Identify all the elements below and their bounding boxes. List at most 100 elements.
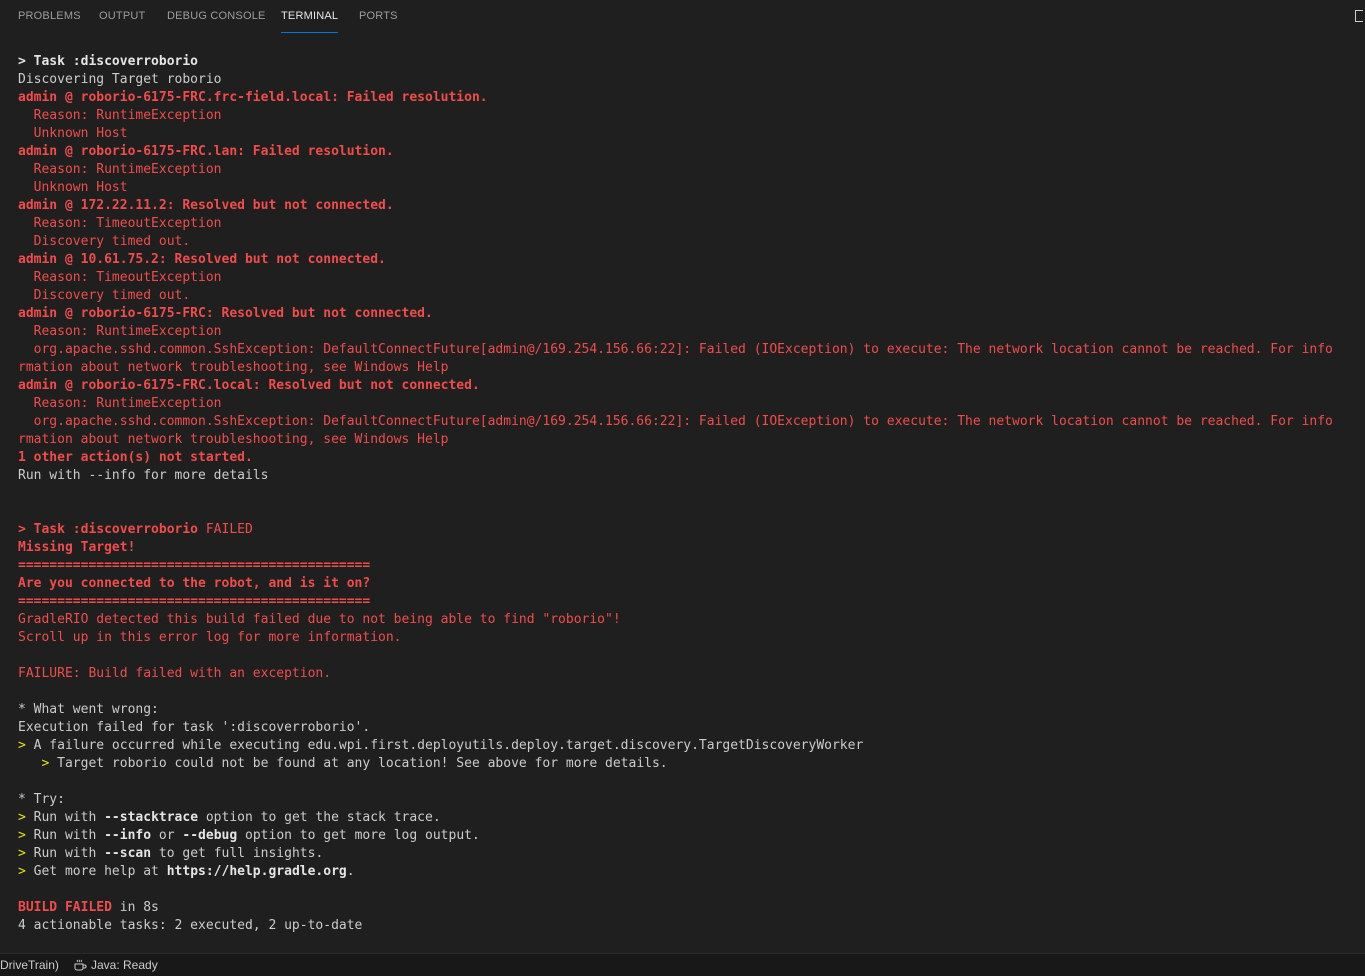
terminal-text: Get more help at bbox=[33, 864, 167, 879]
terminal-text: Run with bbox=[33, 810, 105, 825]
tab-terminal[interactable]: TERMINAL bbox=[281, 10, 339, 33]
terminal-text: admin @ roborio-6175-FRC.lan: Failed res… bbox=[18, 144, 394, 159]
tab-debug-console[interactable]: DEBUG CONSOLE bbox=[167, 10, 266, 32]
terminal-line: 1 other action(s) not started. bbox=[18, 449, 1363, 467]
terminal-text: --debug bbox=[182, 828, 238, 843]
terminal-line: > A failure occurred while executing edu… bbox=[18, 737, 1363, 755]
terminal-line: admin @ 10.61.75.2: Resolved but not con… bbox=[18, 251, 1363, 269]
terminal-line: > Run with --stacktrace option to get th… bbox=[18, 809, 1363, 827]
tab-output[interactable]: OUTPUT bbox=[99, 10, 145, 32]
terminal-line: Missing Target! bbox=[18, 539, 1363, 557]
terminal-text: admin @ roborio-6175-FRC.local: Resolved… bbox=[18, 378, 480, 393]
terminal-text: A failure occurred while executing edu.w… bbox=[33, 738, 864, 753]
terminal-text: > bbox=[18, 810, 34, 825]
tab-ports[interactable]: PORTS bbox=[359, 10, 398, 32]
terminal-line: > Run with --scan to get full insights. bbox=[18, 845, 1363, 863]
terminal-text: Unknown Host bbox=[18, 180, 128, 195]
terminal-text: ========================================… bbox=[18, 594, 371, 609]
terminal-text: FAILED bbox=[205, 522, 253, 537]
terminal-text: org.apache.sshd.common.SshException: Def… bbox=[18, 342, 1333, 357]
terminal-line: BUILD FAILED in 8s bbox=[18, 899, 1363, 917]
terminal-line: ========================================… bbox=[18, 593, 1363, 611]
terminal-text: rmation about network troubleshooting, s… bbox=[18, 432, 449, 447]
terminal-line: Reason: RuntimeException bbox=[18, 161, 1363, 179]
terminal-line: admin @ roborio-6175-FRC: Resolved but n… bbox=[18, 305, 1363, 323]
maximize-panel-icon[interactable] bbox=[1355, 10, 1363, 22]
terminal-line: > Task :discoverroborio FAILED bbox=[18, 521, 1363, 539]
status-project-label[interactable]: DriveTrain) bbox=[0, 958, 59, 972]
status-bar: DriveTrain) Java: Ready bbox=[0, 953, 1365, 976]
terminal-text: admin @ 172.22.11.2: Resolved but not co… bbox=[18, 198, 394, 213]
terminal-line: admin @ roborio-6175-FRC.frc-field.local… bbox=[18, 89, 1363, 107]
terminal-line: GradleRIO detected this build failed due… bbox=[18, 611, 1363, 629]
terminal-line: Unknown Host bbox=[18, 125, 1363, 143]
terminal-text: Are you connected to the robot, and is i… bbox=[18, 576, 371, 591]
terminal-line: Are you connected to the robot, and is i… bbox=[18, 575, 1363, 593]
terminal-text: or bbox=[151, 828, 183, 843]
terminal-text: > bbox=[18, 828, 34, 843]
terminal-line: Execution failed for task ':discoverrobo… bbox=[18, 719, 1363, 737]
terminal-line: > Task :discoverroborio bbox=[18, 53, 1363, 71]
terminal-line: Run with --info for more details bbox=[18, 467, 1363, 485]
terminal-text: Discovery timed out. bbox=[18, 288, 191, 303]
terminal-text: > bbox=[18, 846, 34, 861]
terminal-text: GradleRIO detected this build failed due… bbox=[18, 612, 621, 627]
terminal-text: Discovering Target roborio bbox=[18, 72, 222, 87]
terminal-text: * Try: bbox=[18, 792, 65, 807]
terminal-text: Missing Target! bbox=[18, 540, 136, 555]
terminal-line: > Run with --info or --debug option to g… bbox=[18, 827, 1363, 845]
terminal-line: Reason: RuntimeException bbox=[18, 323, 1363, 341]
terminal-line: Reason: TimeoutException bbox=[18, 269, 1363, 287]
terminal-line: org.apache.sshd.common.SshException: Def… bbox=[18, 413, 1363, 431]
terminal-line: * Try: bbox=[18, 791, 1363, 809]
terminal-text: * What went wrong: bbox=[18, 702, 159, 717]
terminal-text: 1 other action(s) not started. bbox=[18, 450, 253, 465]
terminal-line: admin @ 172.22.11.2: Resolved but not co… bbox=[18, 197, 1363, 215]
terminal-line: > Target roborio could not be found at a… bbox=[18, 755, 1363, 773]
terminal-text: Run with bbox=[33, 846, 105, 861]
terminal-output[interactable]: > Task :discoverroborio Discovering Targe… bbox=[18, 53, 1363, 948]
terminal-line: > Get more help at https://help.gradle.o… bbox=[18, 863, 1363, 881]
terminal-text: 4 actionable tasks: 2 executed, 2 up-to-… bbox=[18, 918, 363, 933]
terminal-text: rmation about network troubleshooting, s… bbox=[18, 360, 449, 375]
terminal-text: in 8s bbox=[111, 900, 159, 915]
terminal-text: to get full insights. bbox=[151, 846, 324, 861]
terminal-text: --info bbox=[104, 828, 152, 843]
terminal-text: Reason: RuntimeException bbox=[18, 108, 222, 123]
terminal-text: > bbox=[18, 756, 58, 771]
terminal-line: org.apache.sshd.common.SshException: Def… bbox=[18, 341, 1363, 359]
terminal-text: admin @ 10.61.75.2: Resolved but not con… bbox=[18, 252, 386, 267]
terminal-text: --stacktrace bbox=[104, 810, 199, 825]
terminal-text: FAILURE: Build failed with an exception. bbox=[18, 666, 332, 681]
terminal-text: option to get more log output. bbox=[237, 828, 480, 843]
terminal-line: Unknown Host bbox=[18, 179, 1363, 197]
terminal-text: option to get the stack trace. bbox=[198, 810, 441, 825]
terminal-line: admin @ roborio-6175-FRC.local: Resolved… bbox=[18, 377, 1363, 395]
terminal-line: * What went wrong: bbox=[18, 701, 1363, 719]
terminal-text: Reason: TimeoutException bbox=[18, 270, 222, 285]
tab-problems[interactable]: PROBLEMS bbox=[18, 10, 81, 32]
terminal-text: org.apache.sshd.common.SshException: Def… bbox=[18, 414, 1333, 429]
terminal-line: Reason: RuntimeException bbox=[18, 107, 1363, 125]
terminal-text: > Task :discoverroborio bbox=[18, 522, 206, 537]
terminal-text: Unknown Host bbox=[18, 126, 128, 141]
terminal-text: Scroll up in this error log for more inf… bbox=[18, 630, 402, 645]
java-status[interactable]: Java: Ready bbox=[91, 958, 158, 972]
terminal-text: ========================================… bbox=[18, 558, 371, 573]
terminal-text: admin @ roborio-6175-FRC: Resolved but n… bbox=[18, 306, 433, 321]
terminal-text: Execution failed for task ':discoverrobo… bbox=[18, 720, 371, 735]
terminal-line: FAILURE: Build failed with an exception. bbox=[18, 665, 1363, 683]
terminal-line: Discovering Target roborio bbox=[18, 71, 1363, 89]
terminal-line: Reason: TimeoutException bbox=[18, 215, 1363, 233]
terminal-text: > bbox=[18, 864, 34, 879]
terminal-text: Run with bbox=[33, 828, 105, 843]
terminal-line: Reason: RuntimeException bbox=[18, 395, 1363, 413]
terminal-text: BUILD FAILED bbox=[18, 900, 112, 915]
terminal-text: Discovery timed out. bbox=[18, 234, 191, 249]
